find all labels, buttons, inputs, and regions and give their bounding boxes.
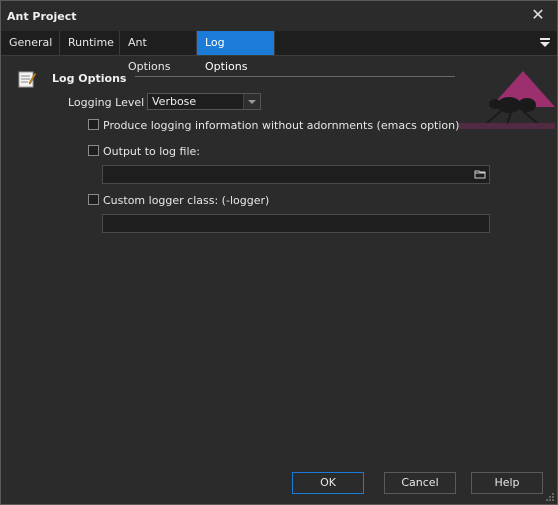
folder-icon[interactable] <box>474 168 487 181</box>
ant-logo <box>459 71 555 129</box>
dialog-window: Ant Project ✕ General Runtime Ant Option… <box>0 0 558 505</box>
log-file-label[interactable]: Output to log file: <box>103 145 200 158</box>
custom-logger-label[interactable]: Custom logger class: (-logger) <box>103 194 269 207</box>
chevron-down-icon[interactable] <box>243 94 260 109</box>
tab-ant-options[interactable]: Ant Options <box>120 31 197 73</box>
log-file-input[interactable] <box>102 165 490 184</box>
section-divider <box>135 76 455 77</box>
ok-button[interactable]: OK <box>292 472 364 494</box>
cancel-button[interactable]: Cancel <box>384 472 456 494</box>
title-bar[interactable]: Ant Project ✕ <box>1 1 557 31</box>
custom-logger-checkbox[interactable] <box>88 194 99 205</box>
notepad-icon <box>18 71 37 88</box>
logging-level-select[interactable]: Verbose <box>147 93 261 110</box>
tab-runtime[interactable]: Runtime <box>60 31 120 55</box>
menu-icon[interactable] <box>539 35 551 49</box>
close-icon[interactable]: ✕ <box>529 6 547 24</box>
tab-bar: General Runtime Ant Options Log Options <box>1 31 557 73</box>
resize-grip-icon[interactable] <box>545 492 555 502</box>
emacs-option-label[interactable]: Produce logging information without ador… <box>103 119 459 132</box>
window-title: Ant Project <box>7 10 77 23</box>
emacs-option-checkbox[interactable] <box>88 119 99 130</box>
help-button[interactable]: Help <box>471 472 543 494</box>
tab-general[interactable]: General <box>1 31 60 55</box>
custom-logger-input[interactable] <box>102 214 490 233</box>
tab-log-options[interactable]: Log Options <box>197 31 275 73</box>
section-title: Log Options <box>52 72 127 85</box>
logging-level-label: Logging Level : <box>68 96 152 109</box>
logging-level-value: Verbose <box>152 95 197 108</box>
log-file-checkbox[interactable] <box>88 145 99 156</box>
